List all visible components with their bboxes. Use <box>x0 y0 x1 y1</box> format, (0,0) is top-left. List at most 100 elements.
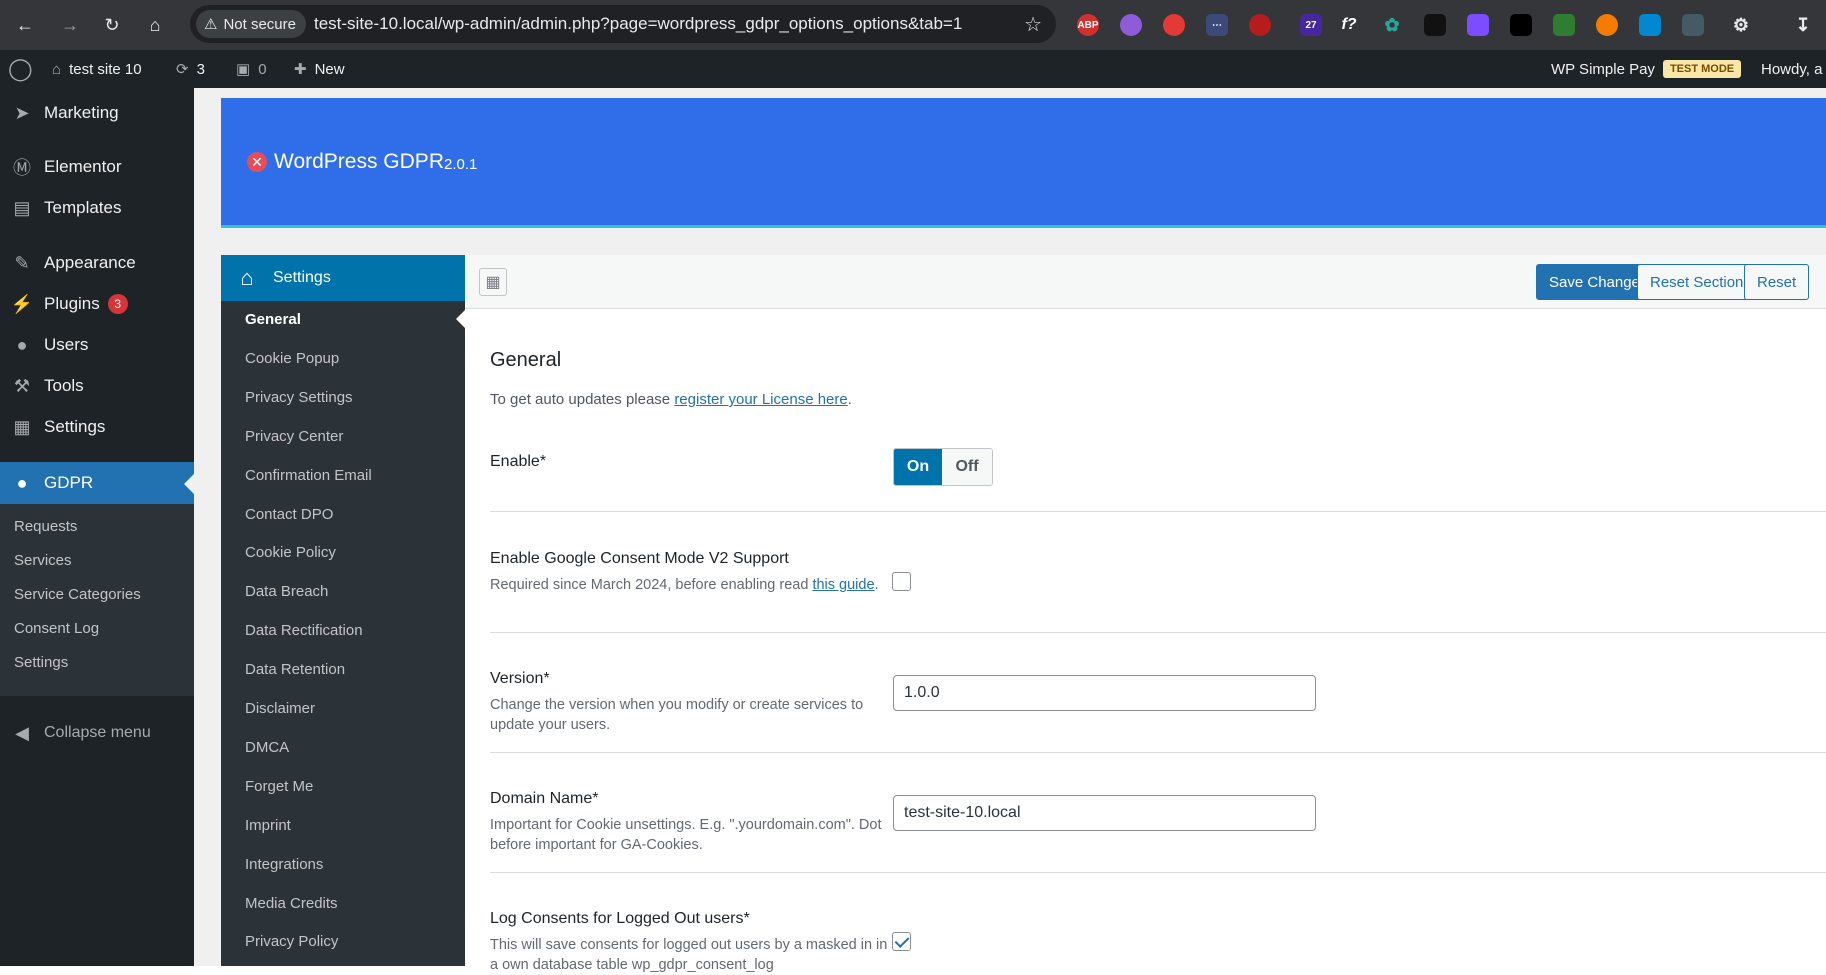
options-tab-dmca[interactable]: DMCA <box>245 739 289 756</box>
extension-dots-icon[interactable]: ⋯ <box>1206 14 1228 36</box>
options-tab-cookie-popup[interactable]: Cookie Popup <box>245 350 339 367</box>
security-chip[interactable]: ⚠ Not secure <box>196 10 306 38</box>
bookmark-star-icon[interactable]: ☆ <box>1024 12 1042 37</box>
download-icon[interactable]: ↧ <box>1792 14 1814 36</box>
extensions-puzzle-icon[interactable]: ⚙ <box>1730 14 1752 36</box>
options-tab-cookie-policy[interactable]: Cookie Policy <box>245 544 336 561</box>
menu-item-users[interactable]: ● Users <box>0 325 194 365</box>
home-icon[interactable]: ⌂ <box>140 10 170 40</box>
adblock-extension-icon[interactable]: ABP <box>1077 14 1099 36</box>
menu-item-templates[interactable]: ▤ Templates <box>0 188 194 228</box>
enable-label: Enable* <box>490 453 547 470</box>
options-tab-privacy-settings[interactable]: Privacy Settings <box>245 389 353 406</box>
menu-item-elementor[interactable]: Ⓜ Elementor <box>0 147 194 187</box>
plugin-title: WordPress GDPR <box>274 150 444 173</box>
version-input[interactable] <box>893 675 1316 711</box>
updates-link[interactable]: ⟳ 3 <box>176 50 205 88</box>
menu-item-tools[interactable]: ⚒ Tools <box>0 366 194 406</box>
gdpr-logo-icon: ✕ <box>247 152 267 172</box>
options-sidebar: ⌂ Settings General Cookie Popup Privacy Se… <box>221 255 465 966</box>
log-consents-checkbox[interactable] <box>892 932 911 951</box>
extension-purple-icon[interactable] <box>1120 14 1142 36</box>
license-note: To get auto updates please register your… <box>490 391 852 408</box>
extension-d-icon[interactable] <box>1467 14 1489 36</box>
section-title: General <box>490 349 562 371</box>
extension-orange-icon[interactable] <box>1596 14 1618 36</box>
plugin-header-banner: ✕ WordPress GDPR 2.0.1 <box>221 98 1826 228</box>
account-link[interactable]: Howdy, a <box>1761 50 1822 88</box>
forward-icon[interactable]: → <box>55 10 85 40</box>
submenu-services[interactable]: Services <box>14 552 72 569</box>
reset-section-button[interactable]: Reset Section <box>1637 264 1757 300</box>
menu-item-gdpr[interactable]: ● GDPR <box>0 462 194 504</box>
enable-toggle[interactable]: On Off <box>893 448 993 486</box>
reload-icon[interactable]: ↻ <box>97 10 127 40</box>
plug-icon: ⚡ <box>10 293 34 314</box>
wordpress-logo-icon[interactable]: ◯ <box>8 50 33 88</box>
settings-sliders-icon: ▦ <box>13 416 31 437</box>
options-tab-imprint[interactable]: Imprint <box>245 817 291 834</box>
consent-mode-guide-link[interactable]: this guide <box>812 577 874 593</box>
consent-mode-description: Required since March 2024, before enabli… <box>490 577 879 593</box>
domain-input[interactable] <box>893 795 1316 831</box>
updates-icon: ⟳ <box>176 61 189 78</box>
options-tab-general[interactable]: General <box>245 311 301 328</box>
version-label: Version* <box>490 670 550 687</box>
openai-extension-icon[interactable]: ✿ <box>1381 14 1403 36</box>
new-content-link[interactable]: ✚ New <box>294 50 345 88</box>
row-divider <box>490 872 1826 873</box>
options-tab-media-credits[interactable]: Media Credits <box>245 895 338 912</box>
simple-pay-link[interactable]: WP Simple Pay TEST MODE <box>1551 50 1742 88</box>
options-tab-forget-me[interactable]: Forget Me <box>245 778 313 795</box>
submenu-requests[interactable]: Requests <box>14 518 77 535</box>
collapse-menu-button[interactable]: ◀ Collapse menu <box>0 713 194 753</box>
submenu-settings[interactable]: Settings <box>14 654 68 671</box>
elementor-icon: Ⓜ <box>13 158 31 178</box>
options-tab-privacy-policy[interactable]: Privacy Policy <box>245 933 338 950</box>
expand-options-button[interactable]: ▦ <box>479 268 507 296</box>
extension-green-icon[interactable] <box>1553 14 1575 36</box>
user-icon: ● <box>16 334 28 355</box>
options-tab-privacy-center[interactable]: Privacy Center <box>245 428 343 445</box>
extension-grid-icon[interactable] <box>1639 14 1661 36</box>
seo-extension-icon[interactable] <box>1249 14 1271 36</box>
register-license-link[interactable]: register your License here <box>674 391 847 408</box>
extension-badge-icon[interactable]: 27 <box>1300 14 1322 36</box>
submenu-service-categories[interactable]: Service Categories <box>14 586 141 603</box>
options-tab-contact-dpo[interactable]: Contact DPO <box>245 506 333 523</box>
back-icon[interactable]: ← <box>10 10 40 40</box>
home-icon: ⌂ <box>240 265 254 290</box>
menu-item-plugins[interactable]: ⚡ Plugins 3 <box>0 284 194 324</box>
submenu-consent-log[interactable]: Consent Log <box>14 620 99 637</box>
comment-icon: ▣ <box>236 61 251 78</box>
browser-toolbar: ← → ↻ ⌂ ⚠ Not secure test-site-10.local/… <box>0 0 1826 50</box>
options-toolbar: ▦ Save Changes Reset Section Reset <box>465 255 1826 309</box>
menu-item-settings[interactable]: ▦ Settings <box>0 407 194 447</box>
font-extension-icon[interactable]: f? <box>1338 14 1360 36</box>
megaphone-icon: ➤ <box>14 102 30 123</box>
options-sidebar-header[interactable]: ⌂ Settings <box>221 255 465 301</box>
comments-link[interactable]: ▣ 0 <box>236 50 267 88</box>
site-name-link[interactable]: ⌂ test site 10 <box>52 50 142 88</box>
pokeball-extension-icon[interactable] <box>1163 14 1185 36</box>
options-tab-data-rectification[interactable]: Data Rectification <box>245 622 363 639</box>
reset-all-button[interactable]: Reset <box>1744 264 1810 300</box>
options-tab-disclaimer[interactable]: Disclaimer <box>245 700 315 717</box>
options-tab-data-breach[interactable]: Data Breach <box>245 583 328 600</box>
address-bar[interactable]: ⚠ Not secure test-site-10.local/wp-admin… <box>190 5 1056 43</box>
url-text[interactable]: test-site-10.local/wp-admin/admin.php?pa… <box>314 14 962 34</box>
options-tab-data-retention[interactable]: Data Retention <box>245 661 345 678</box>
warning-icon: ⚠ <box>204 16 218 33</box>
menu-item-appearance[interactable]: ✎ Appearance <box>0 243 194 283</box>
enable-on-option[interactable]: On <box>894 449 942 485</box>
extension-tool-icon[interactable] <box>1682 14 1704 36</box>
extension-notes-icon[interactable] <box>1510 14 1532 36</box>
consent-mode-checkbox[interactable] <box>892 572 911 591</box>
row-divider <box>490 632 1826 633</box>
menu-item-marketing[interactable]: ➤ Marketing <box>0 93 194 133</box>
extension-black-icon[interactable] <box>1424 14 1446 36</box>
version-description: Change the version when you modify or cr… <box>490 697 864 733</box>
options-tab-confirmation-email[interactable]: Confirmation Email <box>245 467 372 484</box>
enable-off-option[interactable]: Off <box>942 449 992 485</box>
options-tab-integrations[interactable]: Integrations <box>245 856 323 873</box>
